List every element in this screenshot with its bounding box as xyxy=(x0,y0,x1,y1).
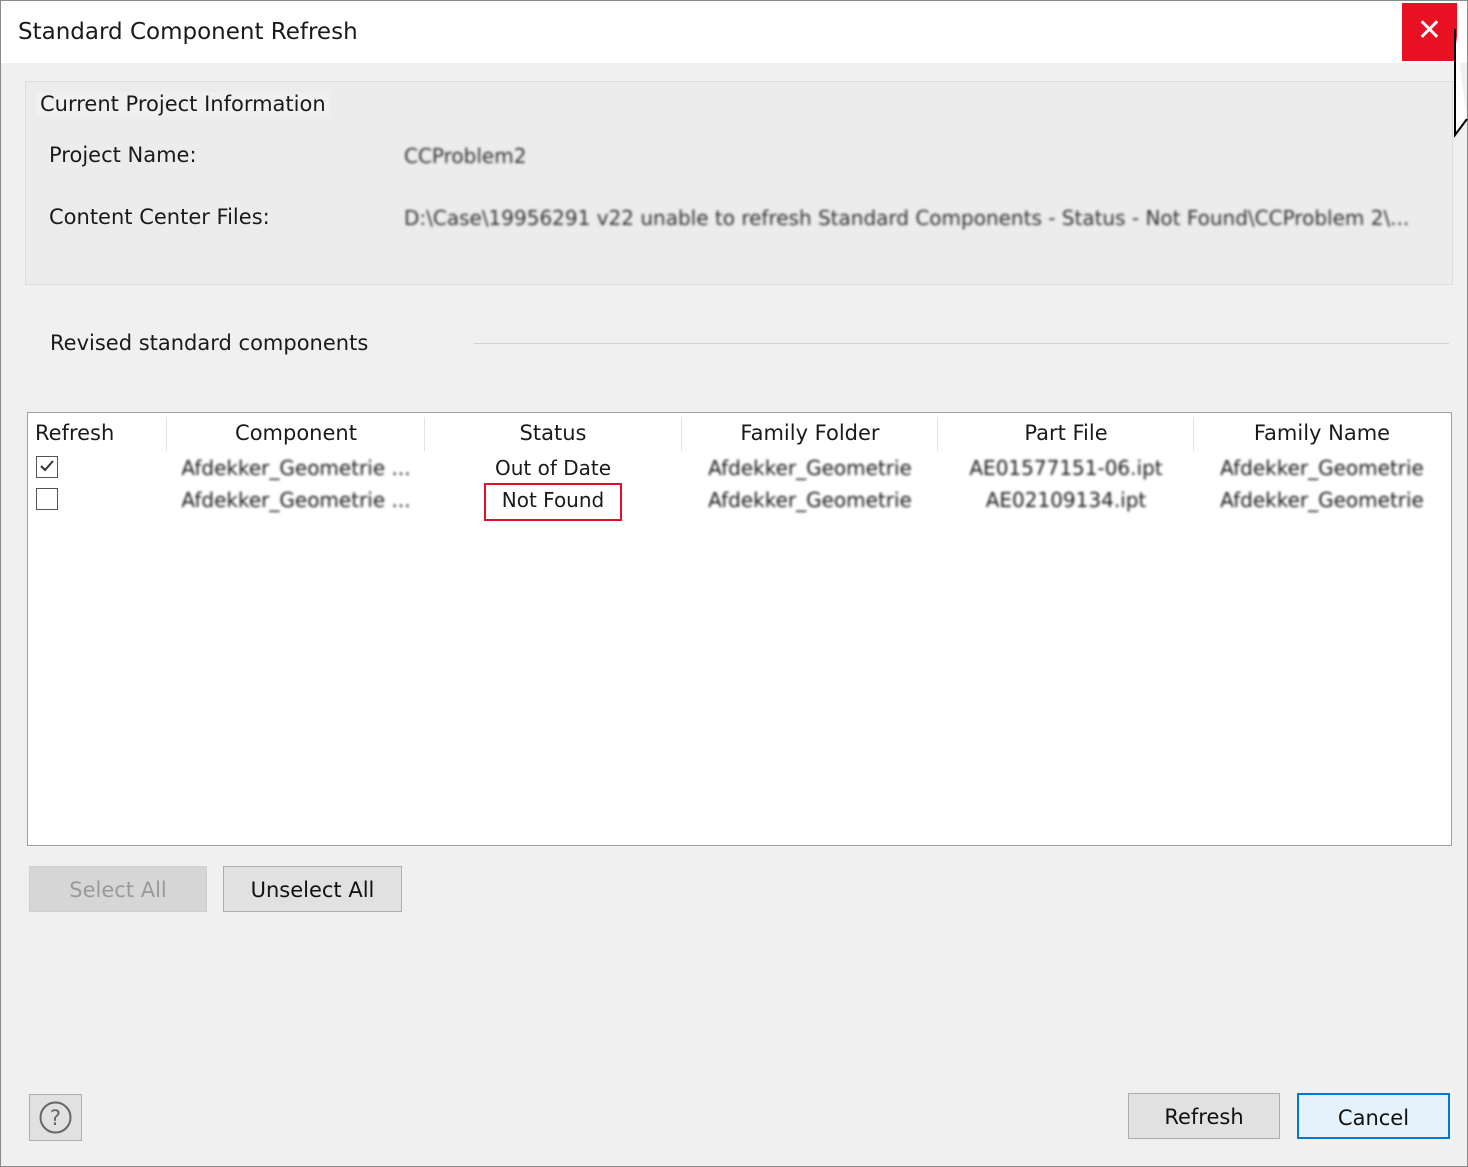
family-name-cell: Afdekker_Geometrie xyxy=(1220,456,1424,480)
mouse-cursor-icon xyxy=(1454,29,1468,138)
refresh-checkbox[interactable] xyxy=(36,456,58,478)
help-button[interactable]: ? xyxy=(29,1094,82,1141)
column-separator[interactable] xyxy=(1193,417,1194,451)
refresh-button[interactable]: Refresh xyxy=(1128,1093,1280,1139)
section-divider xyxy=(474,343,1449,344)
cc-files-value: D:\Case\19956291 v22 unable to refresh S… xyxy=(404,206,1410,230)
column-header-status[interactable]: Status xyxy=(426,421,680,445)
help-icon: ? xyxy=(39,1101,72,1134)
dialog-window: Standard Component Refresh ✕ Current Pro… xyxy=(0,0,1468,1167)
not-found-highlight xyxy=(484,483,622,521)
column-header-component[interactable]: Component xyxy=(168,421,424,445)
close-button[interactable]: ✕ xyxy=(1402,3,1457,61)
select-all-button[interactable]: Select All xyxy=(29,866,207,912)
component-cell: Afdekker_Geometrie ... xyxy=(181,456,411,480)
column-separator[interactable] xyxy=(166,417,167,451)
column-header-part-file[interactable]: Part File xyxy=(939,421,1193,445)
cc-files-label: Content Center Files: xyxy=(49,205,270,229)
part-file-cell: AE01577151-06.ipt xyxy=(969,456,1163,480)
column-header-family-name[interactable]: Family Name xyxy=(1195,421,1449,445)
project-info-title: Current Project Information xyxy=(36,92,330,116)
column-separator[interactable] xyxy=(424,417,425,451)
column-header-refresh[interactable]: Refresh xyxy=(35,421,114,445)
part-file-cell: AE02109134.ipt xyxy=(985,488,1147,512)
refresh-checkbox[interactable] xyxy=(36,488,58,510)
project-name-value: CCProblem2 xyxy=(404,144,527,168)
window-title: Standard Component Refresh xyxy=(18,19,358,45)
svg-text:?: ? xyxy=(50,1106,61,1130)
components-table[interactable]: Refresh Component Status Family Folder P… xyxy=(27,412,1452,846)
unselect-all-button[interactable]: Unselect All xyxy=(223,866,402,912)
close-icon: ✕ xyxy=(1416,13,1443,48)
family-folder-cell: Afdekker_Geometrie xyxy=(708,456,912,480)
status-cell: Out of Date xyxy=(494,456,612,480)
title-bar: Standard Component Refresh ✕ xyxy=(1,1,1467,63)
cancel-button[interactable]: Cancel xyxy=(1297,1093,1450,1139)
checkmark-icon xyxy=(40,460,54,472)
project-info-group: Current Project Information Project Name… xyxy=(25,81,1453,285)
column-separator[interactable] xyxy=(937,417,938,451)
column-header-family-folder[interactable]: Family Folder xyxy=(683,421,937,445)
family-name-cell: Afdekker_Geometrie xyxy=(1220,488,1424,512)
family-folder-cell: Afdekker_Geometrie xyxy=(708,488,912,512)
column-separator[interactable] xyxy=(681,417,682,451)
component-cell: Afdekker_Geometrie ... xyxy=(181,488,411,512)
revised-components-title: Revised standard components xyxy=(50,331,369,355)
project-name-label: Project Name: xyxy=(49,143,197,167)
